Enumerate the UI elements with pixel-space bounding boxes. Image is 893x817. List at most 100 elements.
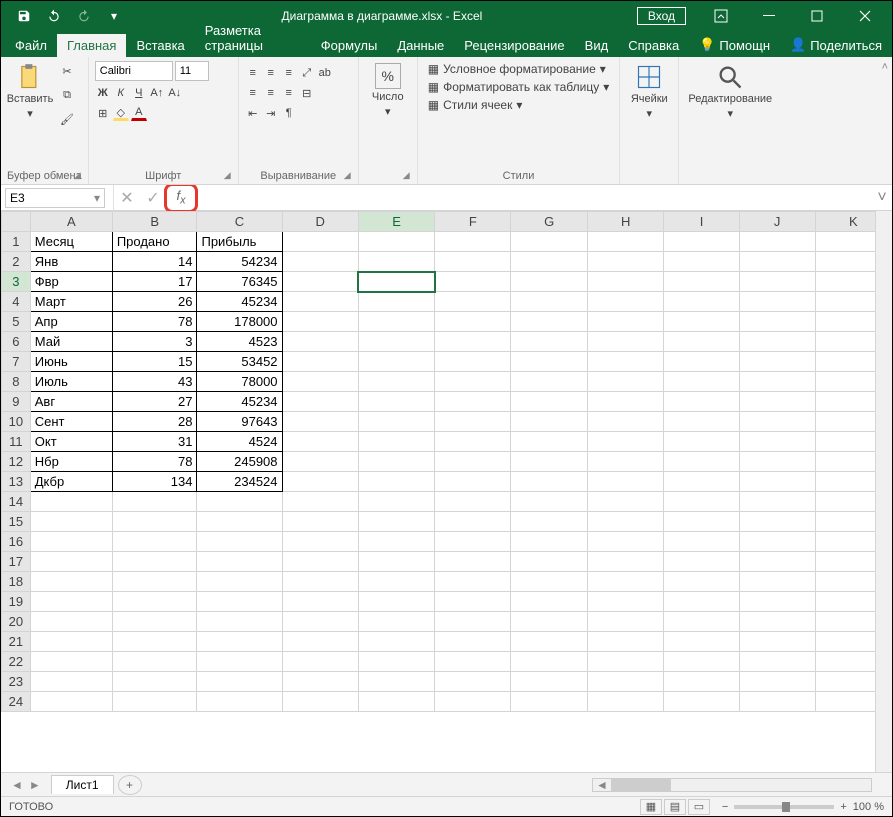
cell[interactable] [197, 512, 282, 532]
column-header[interactable]: F [435, 212, 511, 232]
cell[interactable] [282, 692, 358, 712]
cell[interactable] [358, 232, 434, 252]
cell[interactable] [587, 452, 663, 472]
cell[interactable] [739, 692, 815, 712]
cell[interactable] [511, 412, 588, 432]
column-header[interactable]: J [739, 212, 815, 232]
cell[interactable] [587, 472, 663, 492]
qat-customize-icon[interactable]: ▾ [101, 3, 127, 29]
cell[interactable] [358, 432, 434, 452]
cell[interactable] [587, 312, 663, 332]
cell[interactable] [664, 352, 739, 372]
align-center-icon[interactable]: ≡ [263, 85, 279, 101]
cell[interactable] [587, 612, 663, 632]
cell[interactable] [358, 472, 434, 492]
cell[interactable] [282, 412, 358, 432]
cell[interactable] [739, 232, 815, 252]
cell[interactable] [197, 652, 282, 672]
cell[interactable] [358, 492, 434, 512]
cell[interactable] [739, 652, 815, 672]
decrease-indent-icon[interactable]: ⇤ [245, 105, 261, 121]
tab-data[interactable]: Данные [387, 34, 454, 57]
cell[interactable] [587, 492, 663, 512]
orientation-icon[interactable]: ⤢ [299, 65, 315, 81]
cell[interactable] [282, 612, 358, 632]
cell[interactable] [664, 272, 739, 292]
format-as-table-button[interactable]: ▦Форматировать как таблицу ▾ [424, 79, 614, 95]
zoom-slider[interactable] [734, 805, 834, 809]
cell[interactable] [739, 432, 815, 452]
row-header[interactable]: 16 [2, 532, 31, 552]
sheet-nav-prev-icon[interactable]: ◄ [11, 778, 23, 792]
cell[interactable] [435, 652, 511, 672]
cell[interactable] [112, 552, 197, 572]
row-header[interactable]: 2 [2, 252, 31, 272]
cell[interactable]: 28 [112, 412, 197, 432]
cell[interactable] [282, 552, 358, 572]
cell[interactable] [282, 312, 358, 332]
cell[interactable] [112, 512, 197, 532]
cell[interactable] [511, 532, 588, 552]
horizontal-scrollbar[interactable]: ◄ [592, 778, 872, 792]
row-header[interactable]: 19 [2, 592, 31, 612]
cell[interactable] [511, 332, 588, 352]
cell[interactable]: 45234 [197, 292, 282, 312]
cell[interactable] [739, 252, 815, 272]
cell[interactable] [587, 572, 663, 592]
cell[interactable] [664, 432, 739, 452]
cell[interactable] [282, 292, 358, 312]
cell[interactable] [197, 532, 282, 552]
column-header[interactable]: C [197, 212, 282, 232]
cell[interactable] [358, 692, 434, 712]
page-break-view-icon[interactable]: ▭ [688, 799, 710, 815]
cell[interactable]: 17 [112, 272, 197, 292]
cancel-formula-icon[interactable]: ✕ [114, 187, 140, 209]
sheet-nav-next-icon[interactable]: ► [29, 778, 41, 792]
cell[interactable] [30, 592, 112, 612]
row-header[interactable]: 14 [2, 492, 31, 512]
cell[interactable] [587, 692, 663, 712]
cell[interactable] [112, 632, 197, 652]
conditional-formatting-button[interactable]: ▦Условное форматирование ▾ [424, 61, 614, 77]
cell[interactable] [511, 572, 588, 592]
tab-file[interactable]: Файл [5, 34, 57, 57]
cell[interactable]: Сент [30, 412, 112, 432]
bold-button[interactable]: Ж [95, 85, 111, 101]
align-bottom-icon[interactable]: ≡ [281, 65, 297, 81]
cell[interactable] [282, 392, 358, 412]
cell[interactable]: 76345 [197, 272, 282, 292]
column-header[interactable]: B [112, 212, 197, 232]
cell[interactable] [435, 452, 511, 472]
cell[interactable] [358, 272, 434, 292]
insert-function-button[interactable]: fx [164, 183, 198, 213]
select-all-corner[interactable] [2, 212, 31, 232]
cell[interactable] [739, 272, 815, 292]
cell[interactable] [664, 392, 739, 412]
cell[interactable] [30, 492, 112, 512]
save-icon[interactable] [11, 3, 37, 29]
cell[interactable]: 97643 [197, 412, 282, 432]
cell[interactable] [282, 652, 358, 672]
cell[interactable] [511, 472, 588, 492]
cell[interactable]: 4523 [197, 332, 282, 352]
maximize-button[interactable] [794, 1, 840, 31]
cell[interactable] [30, 572, 112, 592]
cell[interactable]: Июль [30, 372, 112, 392]
column-header[interactable]: I [664, 212, 739, 232]
close-button[interactable] [842, 1, 888, 31]
column-header[interactable]: G [511, 212, 588, 232]
italic-button[interactable]: К [113, 85, 129, 101]
merge-icon[interactable]: ⊟ [299, 85, 315, 101]
cell[interactable] [511, 512, 588, 532]
cell[interactable] [511, 612, 588, 632]
cell[interactable]: 45234 [197, 392, 282, 412]
cell[interactable] [587, 532, 663, 552]
dialog-launcher-icon[interactable]: ◢ [344, 170, 356, 182]
cell[interactable] [739, 572, 815, 592]
cell[interactable]: 54234 [197, 252, 282, 272]
cell[interactable] [358, 332, 434, 352]
cell[interactable] [358, 672, 434, 692]
cell[interactable] [664, 532, 739, 552]
row-header[interactable]: 12 [2, 452, 31, 472]
minimize-button[interactable] [746, 1, 792, 31]
